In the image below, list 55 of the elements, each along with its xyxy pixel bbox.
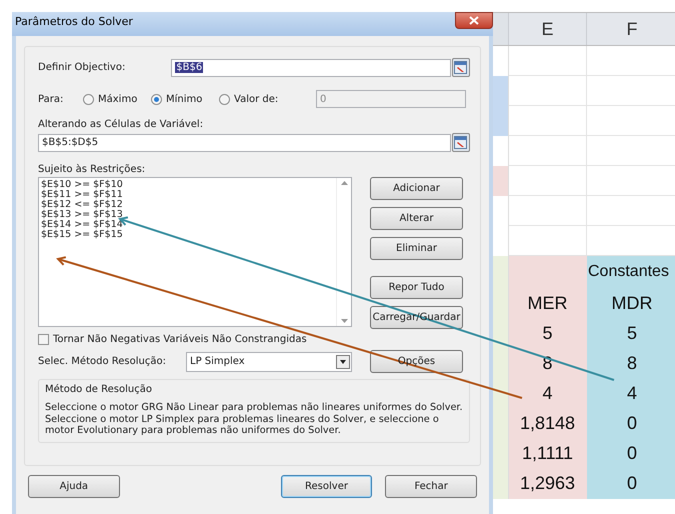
checkbox[interactable] bbox=[38, 334, 49, 345]
constraint-item[interactable]: $E$12 <= $F$12 bbox=[41, 200, 334, 210]
method-dropdown[interactable]: LP Simplex bbox=[186, 352, 352, 372]
group-title: Método de Resolução bbox=[45, 384, 153, 395]
radio-option[interactable]: Valor de: bbox=[219, 94, 314, 104]
scroll-down-icon[interactable] bbox=[340, 319, 348, 323]
table-cell: 0 bbox=[587, 439, 675, 469]
constraints-list[interactable]: $E$10 >= $F$10 $E$11 >= $F$11 $E$12 <= $F$12 $E$13 >= $F$13 $E$14 >= $F$14 $E$15 >= $F$15 bbox=[38, 177, 352, 327]
side-button[interactable]: Alterar bbox=[370, 207, 463, 230]
dropdown-icon bbox=[336, 354, 350, 368]
constraint-item[interactable]: $E$11 >= $F$11 bbox=[41, 190, 334, 200]
table-cell: 4 bbox=[587, 379, 675, 409]
constraint-item[interactable]: $E$10 >= $F$10 bbox=[41, 180, 334, 190]
close-button[interactable] bbox=[455, 12, 493, 29]
radio-option[interactable]: Máximo bbox=[83, 94, 151, 104]
range-picker-button[interactable] bbox=[452, 133, 470, 152]
table-cell: 0 bbox=[587, 409, 675, 439]
scrollbar[interactable] bbox=[336, 178, 351, 326]
dialog-button[interactable]: Fechar bbox=[385, 475, 478, 498]
table-cell: 4 bbox=[509, 379, 587, 409]
constraint-item[interactable]: $E$15 >= $F$15 bbox=[41, 230, 334, 240]
dialog-button[interactable]: Ajuda bbox=[28, 475, 120, 498]
objective-field[interactable]: $B$6 bbox=[171, 58, 451, 76]
dialog-button[interactable]: Resolver bbox=[280, 475, 372, 498]
window-title: Parâmetros do Solver bbox=[14, 14, 133, 28]
constraints-label: Sujeito às Restrições: bbox=[38, 164, 146, 175]
method-label: Selec. Método Resolução: bbox=[38, 356, 167, 367]
table-cell: 5 bbox=[509, 319, 587, 349]
radio-option[interactable]: Mínimo bbox=[151, 94, 219, 104]
objective-label: Definir Objectivo: bbox=[38, 62, 126, 73]
column-header[interactable]: E bbox=[509, 13, 587, 45]
table-cell: 1,2963 bbox=[509, 469, 587, 499]
table-cell: 8 bbox=[587, 349, 675, 379]
table-cell: MER bbox=[509, 289, 587, 319]
range-picker-button[interactable] bbox=[452, 58, 470, 77]
constraint-item[interactable]: $E$13 >= $F$13 bbox=[41, 210, 334, 220]
to-label: Para: bbox=[38, 94, 64, 104]
table-cell: Constantes bbox=[587, 256, 675, 289]
table-cell: 1,1111 bbox=[509, 439, 587, 469]
scroll-up-icon[interactable] bbox=[340, 181, 348, 185]
table-cell: 0 bbox=[587, 469, 675, 499]
checkbox-label: Tornar Não Negativas Variáveis Não Constrangidas bbox=[53, 334, 307, 345]
table-cell: 1,8148 bbox=[509, 409, 587, 439]
header-cell[interactable] bbox=[493, 13, 509, 45]
side-button[interactable]: Eliminar bbox=[370, 237, 463, 260]
table-cell: MDR bbox=[587, 289, 675, 319]
variables-label: Alterando as Células de Variável: bbox=[38, 119, 204, 130]
table-cell: 5 bbox=[587, 319, 675, 349]
column-header[interactable]: F bbox=[587, 13, 675, 45]
side-button[interactable]: Adicionar bbox=[370, 177, 463, 200]
constraint-item[interactable]: $E$14 >= $F$14 bbox=[41, 220, 334, 230]
method-description: Seleccione o motor GRG Não Linear para problemas não lineares uniformes do Solver. Seleccione o motor LP Simplex para problemas lineares do Solver, e seleccione o motor Evolutionary para problemas não uniformes do Solver. bbox=[45, 402, 463, 436]
close-icon bbox=[469, 16, 479, 25]
side-button[interactable]: Repor Tudo bbox=[370, 276, 463, 299]
variables-field[interactable]: $B$5:$D$5 bbox=[38, 134, 451, 152]
